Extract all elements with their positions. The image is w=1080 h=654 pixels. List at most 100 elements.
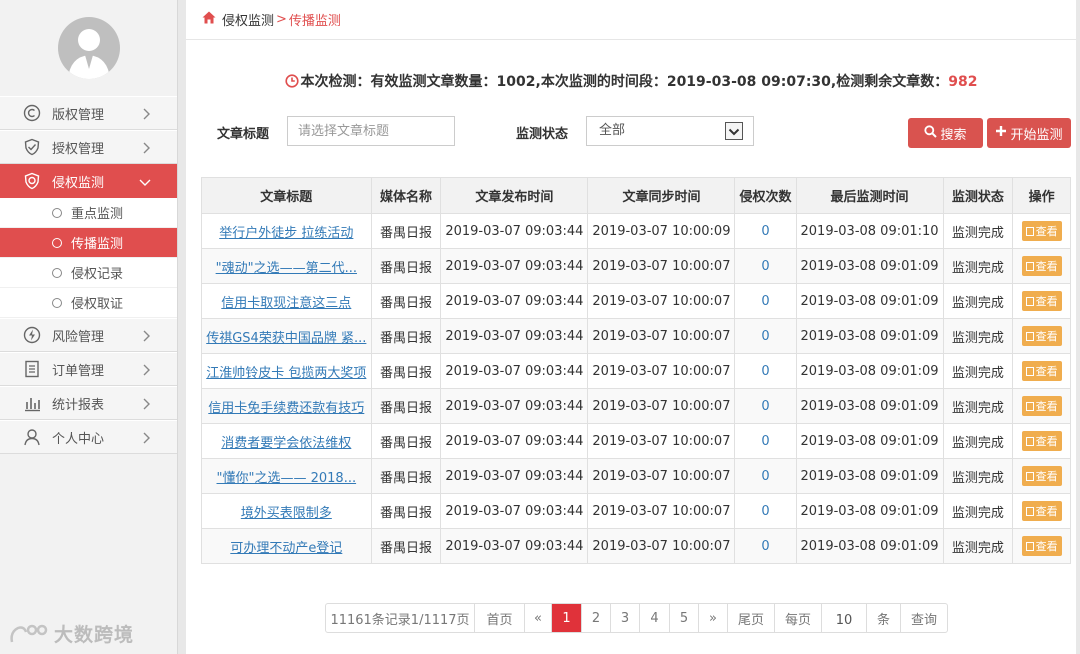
cell-action: 查看 — [1012, 493, 1071, 529]
sidebar-item-reports[interactable]: 统计报表 — [0, 386, 177, 420]
cell-infringement-count[interactable]: 0 — [734, 423, 797, 459]
column-header[interactable]: 媒体名称 — [370, 177, 442, 214]
submenu-item-key-monitor[interactable]: 重点监测 — [0, 198, 177, 228]
pagination-last[interactable]: 尾页 — [728, 604, 775, 632]
cell-published: 2019-03-07 09:03:44 — [440, 318, 589, 354]
pagination-page[interactable]: 3 — [611, 604, 640, 632]
article-title-link[interactable]: 可办理不动产e登记 — [206, 537, 367, 556]
cell-infringement-count[interactable]: 0 — [734, 388, 797, 424]
cell-media: 番禺日报 — [370, 283, 442, 319]
pagination-next[interactable]: » — [699, 604, 728, 632]
article-title-link[interactable]: 江淮帅铃皮卡 包揽两大奖项 — [206, 362, 367, 381]
cell-synced: 2019-03-07 10:00:07 — [587, 423, 736, 459]
pagination-page[interactable]: 4 — [640, 604, 670, 632]
pagination-page[interactable]: 2 — [582, 604, 611, 632]
cell-media: 番禺日报 — [370, 458, 442, 494]
pagination-prev[interactable]: « — [525, 604, 552, 632]
sidebar-item-orders[interactable]: 订单管理 — [0, 352, 177, 386]
view-button-label: 查看 — [1035, 295, 1058, 308]
search-button[interactable]: 搜索 — [908, 118, 983, 148]
pagination-query-button[interactable]: 查询 — [901, 604, 947, 632]
sidebar-item-profile[interactable]: 个人中心 — [0, 420, 177, 454]
article-title-link[interactable]: 消费者要学会依法维权 — [206, 432, 367, 451]
submenu-item-label: 传播监测 — [71, 237, 124, 252]
cell-media: 番禺日报 — [370, 213, 442, 249]
chevron-right-icon — [143, 142, 151, 158]
submenu-item-infringement-records[interactable]: 侵权记录 — [0, 258, 177, 288]
view-button[interactable]: 查看 — [1021, 501, 1062, 521]
avatar-area — [0, 0, 177, 96]
view-button[interactable]: 查看 — [1021, 221, 1062, 241]
cell-last-monitor: 2019-03-08 09:01:09 — [795, 458, 944, 494]
cell-title: "魂动"之选——第二代... — [201, 248, 372, 284]
avatar[interactable] — [57, 17, 120, 79]
cell-title: 信用卡免手续费还款有技巧 — [201, 388, 372, 424]
cell-infringement-count[interactable]: 0 — [734, 318, 797, 354]
cell-status: 监测完成 — [942, 493, 1014, 529]
copyright-icon — [22, 103, 42, 123]
article-title-link[interactable]: 境外买表限制多 — [206, 502, 367, 521]
cell-status: 监测完成 — [942, 318, 1014, 354]
article-title-link[interactable]: "魂动"之选——第二代... — [206, 257, 367, 276]
view-button-label: 查看 — [1035, 540, 1058, 553]
cell-infringement-count[interactable]: 0 — [734, 213, 797, 249]
article-title-link[interactable]: 信用卡免手续费还款有技巧 — [206, 397, 367, 416]
cell-infringement-count[interactable]: 0 — [734, 493, 797, 529]
cell-infringement-count[interactable]: 0 — [734, 528, 797, 564]
cell-infringement-count[interactable]: 0 — [734, 283, 797, 319]
cell-title: 信用卡取现注意这三点 — [201, 283, 372, 319]
cell-synced: 2019-03-07 10:00:07 — [587, 283, 736, 319]
view-button[interactable]: 查看 — [1021, 326, 1062, 346]
cell-action: 查看 — [1012, 528, 1071, 564]
cell-media: 番禺日报 — [370, 493, 442, 529]
shield-check-icon — [22, 137, 42, 157]
table-row: 信用卡取现注意这三点 番禺日报 2019-03-07 09:03:44 2019-03… — [201, 283, 1071, 319]
view-button[interactable]: 查看 — [1021, 536, 1062, 556]
cell-infringement-count[interactable]: 0 — [734, 353, 797, 389]
pagination-page[interactable]: 1 — [552, 604, 582, 632]
home-icon[interactable] — [202, 11, 216, 28]
breadcrumb-parent[interactable]: 侵权监测 — [222, 10, 274, 29]
sidebar-item-risk[interactable]: 风险管理 — [0, 318, 177, 352]
column-header[interactable]: 监测状态 — [942, 177, 1014, 214]
title-filter-input[interactable] — [287, 116, 455, 146]
cell-action: 查看 — [1012, 353, 1071, 389]
view-button[interactable]: 查看 — [1021, 256, 1062, 276]
target-icon — [22, 171, 42, 191]
sidebar-item-copyright[interactable]: 版权管理 — [0, 96, 177, 130]
column-header[interactable]: 最后监测时间 — [795, 177, 944, 214]
submenu-item-label: 侵权取证 — [71, 297, 124, 312]
article-title-link[interactable]: 举行户外徒步 拉练活动 — [206, 222, 367, 241]
sidebar-item-authorization[interactable]: 授权管理 — [0, 130, 177, 164]
pagination-page[interactable]: 5 — [670, 604, 699, 632]
status-filter-value: 全部 — [599, 123, 626, 138]
column-header[interactable]: 文章标题 — [201, 177, 372, 214]
submenu-item-evidence[interactable]: 侵权取证 — [0, 288, 177, 318]
view-button[interactable]: 查看 — [1021, 291, 1062, 311]
cell-infringement-count[interactable]: 0 — [734, 458, 797, 494]
view-button[interactable]: 查看 — [1021, 431, 1062, 451]
cell-media: 番禺日报 — [370, 528, 442, 564]
view-button[interactable]: 查看 — [1021, 361, 1062, 381]
remaining-count: 982 — [948, 74, 978, 90]
column-header[interactable]: 文章同步时间 — [587, 177, 736, 214]
view-button[interactable]: 查看 — [1021, 466, 1062, 486]
view-button[interactable]: 查看 — [1021, 396, 1062, 416]
article-title-link[interactable]: "懂你"之选—— 2018... — [206, 467, 367, 486]
submenu-item-spread-monitor[interactable]: 传播监测 — [0, 228, 177, 258]
table-row: 江淮帅铃皮卡 包揽两大奖项 番禺日报 2019-03-07 09:03:44 2019… — [201, 353, 1071, 389]
pagination-first[interactable]: 首页 — [475, 604, 525, 632]
article-title-link[interactable]: 传祺GS4荣获中国品牌 紧... — [206, 327, 367, 346]
cell-media: 番禺日报 — [370, 248, 442, 284]
cell-media: 番禺日报 — [370, 388, 442, 424]
circle-icon — [52, 297, 62, 308]
per-page-input[interactable]: 10 — [822, 604, 867, 632]
sidebar-item-infringement-monitor[interactable]: 侵权监测 — [0, 164, 177, 198]
status-filter-select[interactable]: 全部 — [586, 116, 754, 146]
column-header[interactable]: 侵权次数 — [734, 177, 797, 214]
cell-infringement-count[interactable]: 0 — [734, 248, 797, 284]
start-monitor-button[interactable]: 开始监测 — [987, 118, 1071, 148]
article-title-link[interactable]: 信用卡取现注意这三点 — [206, 292, 367, 311]
column-header[interactable]: 文章发布时间 — [440, 177, 589, 214]
sidebar-item-label: 侵权监测 — [52, 175, 105, 191]
